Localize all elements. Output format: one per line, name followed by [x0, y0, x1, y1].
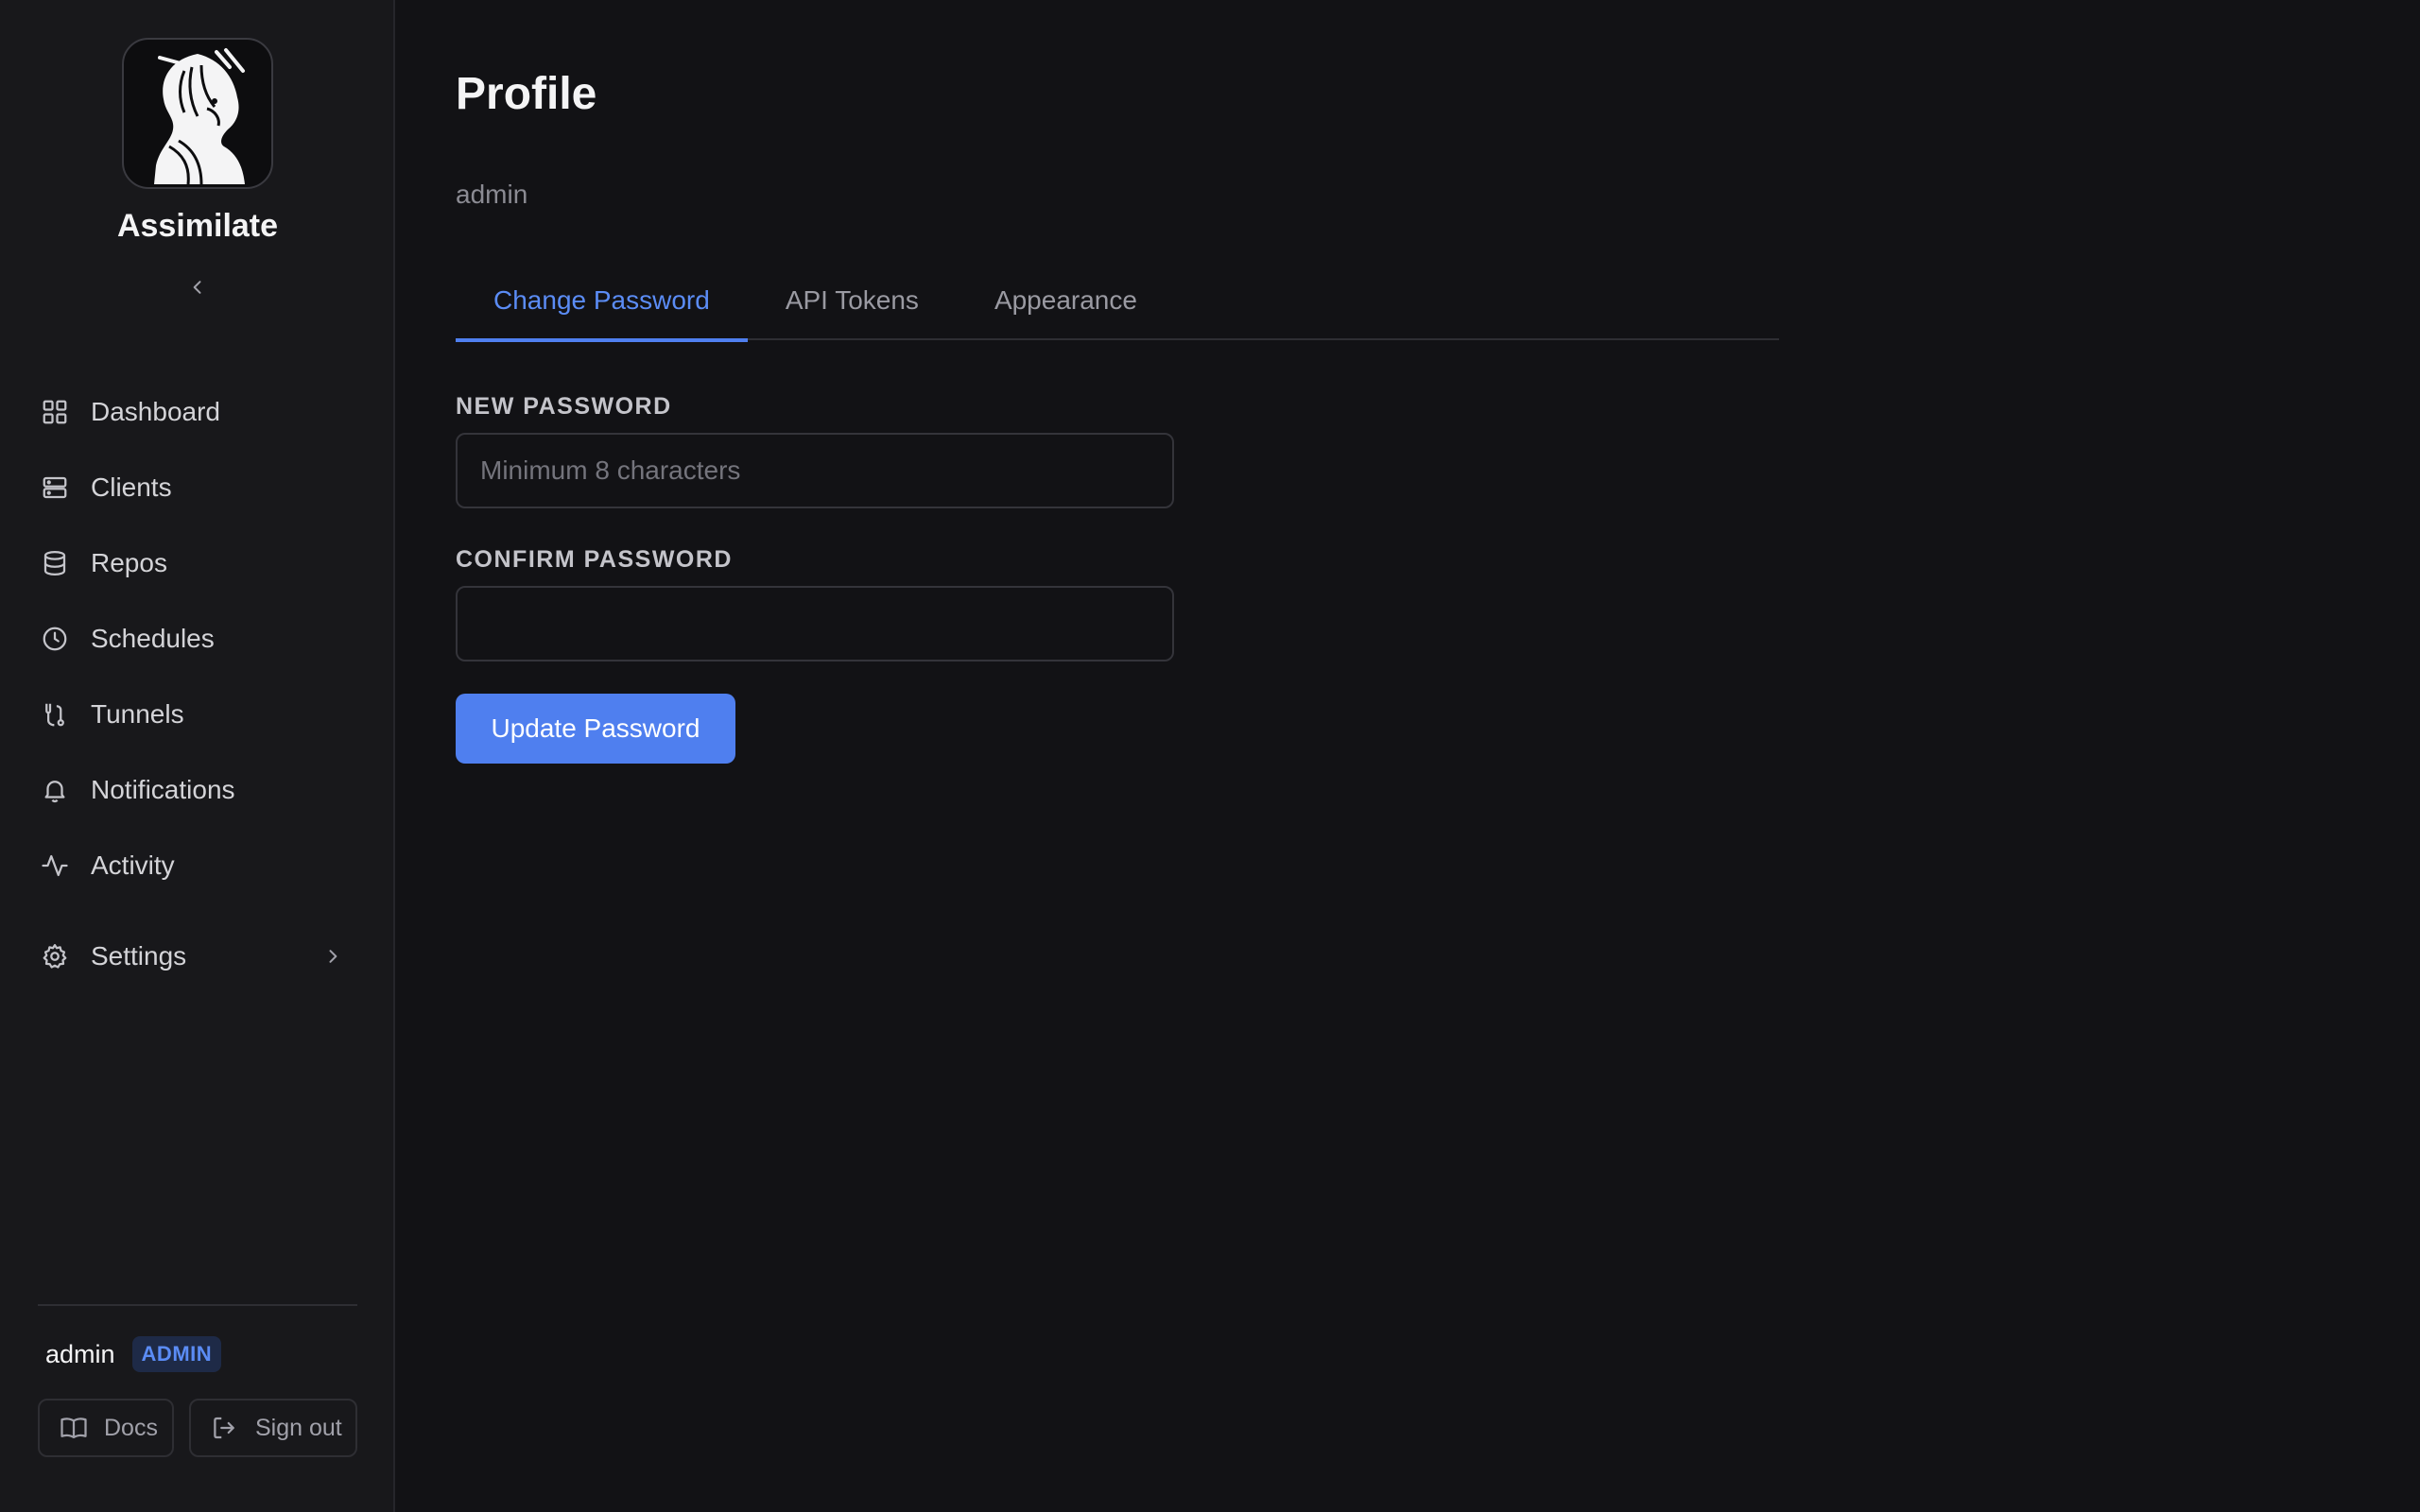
update-password-button[interactable]: Update Password	[456, 694, 735, 764]
tab-appearance[interactable]: Appearance	[957, 261, 1175, 340]
main-content: Profile admin Change Password API Tokens…	[395, 0, 2420, 1512]
server-icon	[38, 471, 72, 505]
sidebar-item-dashboard[interactable]: Dashboard	[38, 374, 357, 450]
docs-label: Docs	[104, 1414, 158, 1441]
sidebar-divider	[38, 1304, 357, 1306]
sidebar-item-settings[interactable]: Settings	[38, 919, 357, 994]
sidebar-nav: Dashboard Clients Repos Schedules Tunnel…	[38, 374, 357, 994]
app-root: Assimilate Dashboard Clients Repos Sched…	[0, 0, 2420, 1512]
profile-tabs: Change Password API Tokens Appearance	[456, 261, 1779, 342]
logo-illustration	[154, 48, 245, 184]
sidebar-item-activity[interactable]: Activity	[38, 828, 357, 903]
sidebar-item-label: Dashboard	[91, 397, 220, 426]
database-icon	[38, 546, 72, 580]
sidebar-item-label: Tunnels	[91, 699, 184, 729]
docs-button[interactable]: Docs	[38, 1399, 174, 1457]
sidebar-item-tunnels[interactable]: Tunnels	[38, 677, 357, 752]
role-badge: ADMIN	[131, 1336, 222, 1372]
sidebar-item-notifications[interactable]: Notifications	[38, 752, 357, 828]
bell-icon	[38, 773, 72, 807]
activity-icon	[38, 849, 72, 883]
sidebar-item-clients[interactable]: Clients	[38, 450, 357, 525]
user-name: admin	[45, 1339, 115, 1368]
route-icon	[38, 697, 72, 731]
page-subtitle: admin	[456, 180, 528, 209]
logout-icon	[210, 1413, 240, 1443]
page-title: Profile	[456, 69, 597, 119]
gear-icon	[38, 939, 72, 973]
confirm-password-input[interactable]	[456, 586, 1174, 662]
alien-portrait-logo	[122, 38, 273, 189]
tab-api-tokens[interactable]: API Tokens	[748, 261, 957, 340]
sign-out-label: Sign out	[255, 1414, 342, 1441]
sidebar: Assimilate Dashboard Clients Repos Sched…	[0, 0, 395, 1512]
sign-out-button[interactable]: Sign out	[189, 1399, 357, 1457]
chevron-right-icon	[320, 943, 346, 970]
sidebar-item-label: Repos	[91, 548, 167, 577]
sidebar-item-repos[interactable]: Repos	[38, 525, 357, 601]
new-password-label: NEW PASSWORD	[456, 393, 672, 420]
book-icon	[59, 1413, 89, 1443]
sidebar-item-label: Clients	[91, 472, 172, 502]
tab-change-password[interactable]: Change Password	[456, 261, 748, 342]
confirm-password-label: CONFIRM PASSWORD	[456, 546, 733, 573]
sidebar-item-schedules[interactable]: Schedules	[38, 601, 357, 677]
sidebar-item-label: Settings	[91, 941, 187, 971]
clock-icon	[38, 622, 72, 656]
sidebar-item-label: Activity	[91, 850, 175, 880]
current-user: admin ADMIN	[45, 1336, 222, 1372]
brand-name: Assimilate	[116, 208, 279, 244]
chevron-left-icon	[193, 281, 201, 294]
sidebar-item-label: Notifications	[91, 775, 235, 804]
grid-icon	[38, 395, 72, 429]
collapse-sidebar-button[interactable]	[182, 272, 213, 302]
new-password-input[interactable]	[456, 433, 1174, 508]
sidebar-item-label: Schedules	[91, 624, 215, 653]
